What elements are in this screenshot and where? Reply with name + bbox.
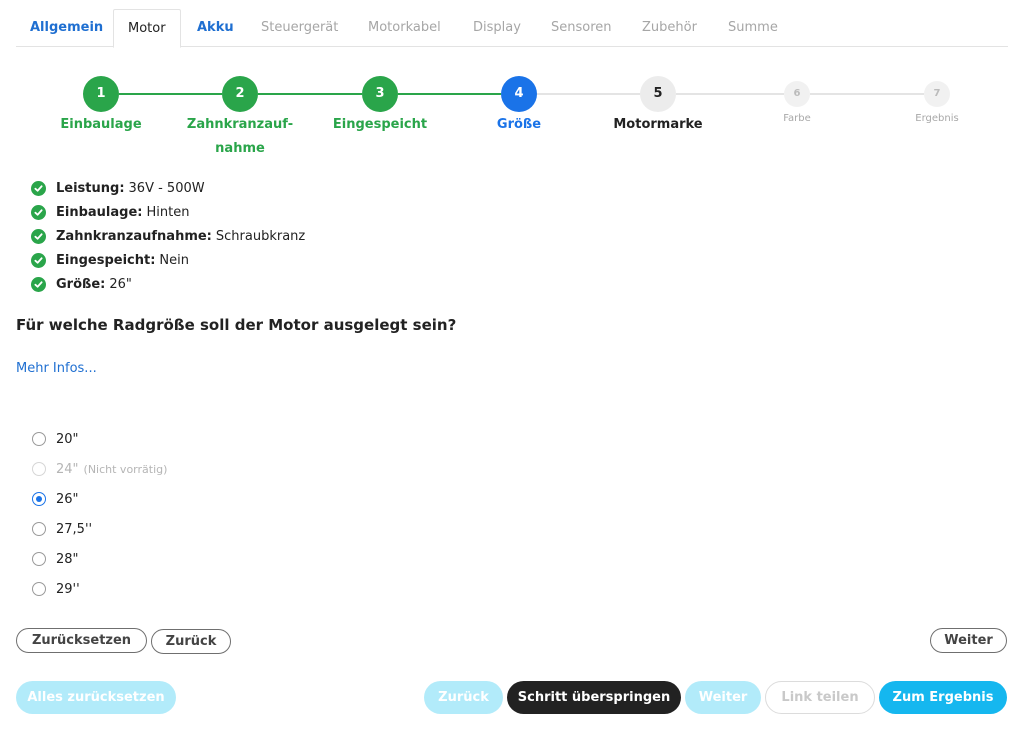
tab-zubehoer[interactable]: Zubehör: [642, 9, 697, 47]
step-connector: [119, 93, 222, 95]
radio-label: 29'': [56, 581, 80, 597]
tab-sensoren[interactable]: Sensoren: [551, 9, 612, 47]
check-icon: [31, 180, 46, 196]
skip-step-button[interactable]: Schritt überspringen: [507, 681, 681, 714]
summary-value: Hinten: [146, 204, 190, 220]
radio-button: [32, 462, 46, 476]
radio-label: 26": [56, 491, 79, 507]
tab-summe[interactable]: Summe: [728, 9, 778, 47]
radio-option-20[interactable]: 20": [32, 424, 167, 454]
radio-button[interactable]: [32, 492, 46, 506]
radio-option-26[interactable]: 26": [32, 484, 167, 514]
radio-button[interactable]: [32, 432, 46, 446]
radio-button[interactable]: [32, 552, 46, 566]
radio-label: 28": [56, 551, 79, 567]
summary-key: Leistung:: [56, 180, 125, 196]
radio-option-29[interactable]: 29'': [32, 574, 167, 604]
summary-item: Größe: 26": [31, 272, 305, 296]
step-5-circle: 5: [640, 76, 676, 112]
tab-allgemein[interactable]: Allgemein: [30, 9, 103, 47]
next-button[interactable]: Weiter: [930, 628, 1007, 653]
reset-all-button[interactable]: Alles zurücksetzen: [16, 681, 176, 714]
radio-label: 20": [56, 431, 79, 447]
radio-option-24: 24" (Nicht vorrätig): [32, 454, 167, 484]
tab-display[interactable]: Display: [473, 9, 521, 47]
radio-button[interactable]: [32, 522, 46, 536]
step-connector: [258, 93, 362, 95]
reset-button[interactable]: Zurücksetzen: [16, 628, 147, 653]
radio-button[interactable]: [32, 582, 46, 596]
progress-stepper: 1 2 3 4 5 6 7 Einbaulage Zahnkranzauf- n…: [0, 75, 1024, 165]
wheel-size-options: 20" 24" (Nicht vorrätig) 26" 27,5'' 28" …: [32, 424, 167, 604]
tab-akku[interactable]: Akku: [197, 9, 234, 47]
summary-key: Größe:: [56, 276, 106, 292]
summary-key: Zahnkranzaufnahme:: [56, 228, 212, 244]
summary-value: Nein: [159, 252, 189, 268]
summary-item: Einbaulage: Hinten: [31, 200, 305, 224]
step-6-circle: 6: [784, 81, 810, 107]
step-2-label-line: nahme: [215, 141, 265, 156]
go-to-result-button[interactable]: Zum Ergebnis: [879, 681, 1007, 714]
summary-key: Einbaulage:: [56, 204, 143, 220]
step-4-circle[interactable]: 4: [501, 76, 537, 112]
summary-value: 36V - 500W: [128, 180, 205, 196]
footer-back-button[interactable]: Zurück: [424, 681, 503, 714]
check-icon: [31, 276, 46, 292]
summary-key: Eingespeicht:: [56, 252, 156, 268]
summary-value: Schraubkranz: [215, 228, 306, 244]
radio-option-28[interactable]: 28": [32, 544, 167, 574]
tab-motorkabel[interactable]: Motorkabel: [368, 9, 441, 47]
step-1-circle[interactable]: 1: [83, 76, 119, 112]
step-7-label: Ergebnis: [915, 113, 959, 124]
step-3-circle[interactable]: 3: [362, 76, 398, 112]
step-3-label[interactable]: Eingespeicht: [320, 113, 440, 137]
step-connector: [537, 93, 641, 95]
summary-item: Leistung: 36V - 500W: [31, 176, 305, 200]
footer-next-button[interactable]: Weiter: [685, 681, 761, 714]
check-icon: [31, 252, 46, 268]
tab-bar: Allgemein Motor Akku Steuergerät Motorka…: [16, 9, 1008, 48]
step-connector: [398, 93, 501, 95]
step-connector: [810, 93, 924, 95]
radio-label: 24": [56, 461, 79, 477]
share-link-button[interactable]: Link teilen: [765, 681, 875, 714]
check-icon: [31, 228, 46, 244]
summary-item: Eingespeicht: Nein: [31, 248, 305, 272]
tab-steuergeraet[interactable]: Steuergerät: [261, 9, 338, 47]
radio-label: 27,5'': [56, 521, 93, 537]
step-5-label: Motormarke: [613, 117, 703, 132]
step-7-circle: 7: [924, 81, 950, 107]
step-4-label[interactable]: Größe: [459, 113, 579, 137]
step-2-circle[interactable]: 2: [222, 76, 258, 112]
radio-option-27-5[interactable]: 27,5'': [32, 514, 167, 544]
step-6-label: Farbe: [783, 113, 811, 124]
more-info-link[interactable]: Mehr Infos...: [16, 361, 97, 376]
radio-note: (Nicht vorrätig): [83, 462, 168, 476]
summary-item: Zahnkranzaufnahme: Schraubkranz: [31, 224, 305, 248]
step-1-label[interactable]: Einbaulage: [41, 113, 161, 137]
back-button[interactable]: Zurück: [151, 629, 231, 654]
selection-summary: Leistung: 36V - 500W Einbaulage: Hinten …: [31, 176, 305, 296]
check-icon: [31, 204, 46, 220]
question-heading: Für welche Radgröße soll der Motor ausge…: [16, 316, 457, 334]
tab-motor[interactable]: Motor: [113, 9, 181, 48]
step-2-label[interactable]: Zahnkranzauf- nahme: [180, 113, 300, 161]
step-connector: [676, 93, 784, 95]
step-2-label-line: Zahnkranzauf-: [186, 117, 294, 132]
summary-value: 26": [109, 276, 132, 292]
